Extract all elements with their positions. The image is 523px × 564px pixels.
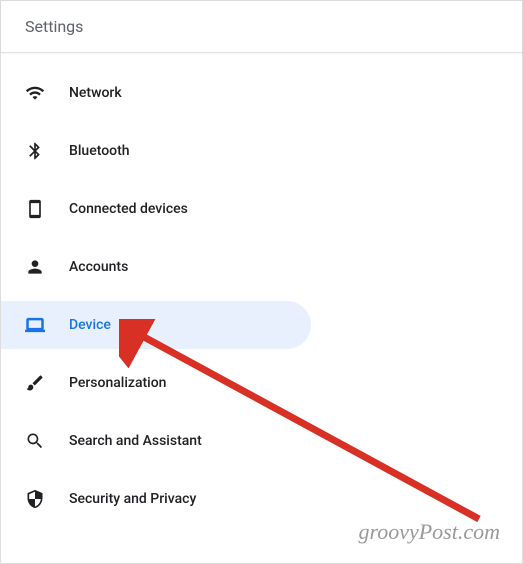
- sidebar-item-label: Device: [69, 317, 111, 333]
- page-title: Settings: [25, 17, 498, 36]
- sidebar-item-label: Accounts: [69, 259, 128, 275]
- watermark: groovyPost.com: [358, 519, 500, 545]
- sidebar-item-personalization[interactable]: Personalization: [1, 359, 311, 407]
- bluetooth-icon: [25, 141, 45, 161]
- sidebar-item-label: Connected devices: [69, 201, 188, 217]
- connected-devices-icon: [25, 199, 45, 219]
- sidebar-item-label: Security and Privacy: [69, 491, 196, 507]
- sidebar-item-accounts[interactable]: Accounts: [1, 243, 311, 291]
- sidebar-item-network[interactable]: Network: [1, 69, 311, 117]
- shield-icon: [25, 489, 45, 509]
- header: Settings: [1, 1, 522, 53]
- sidebar-item-connected-devices[interactable]: Connected devices: [1, 185, 311, 233]
- sidebar-item-security-privacy[interactable]: Security and Privacy: [1, 475, 311, 523]
- brush-icon: [25, 373, 45, 393]
- sidebar-item-label: Bluetooth: [69, 143, 130, 159]
- sidebar-item-bluetooth[interactable]: Bluetooth: [1, 127, 311, 175]
- person-icon: [25, 257, 45, 277]
- sidebar-item-label: Network: [69, 85, 122, 101]
- sidebar: Network Bluetooth Connected devices Acco…: [1, 53, 522, 523]
- sidebar-item-label: Personalization: [69, 375, 166, 391]
- sidebar-item-label: Search and Assistant: [69, 433, 202, 449]
- sidebar-item-search-assistant[interactable]: Search and Assistant: [1, 417, 311, 465]
- laptop-icon: [25, 315, 45, 335]
- wifi-icon: [25, 83, 45, 103]
- search-icon: [25, 431, 45, 451]
- sidebar-item-device[interactable]: Device: [1, 301, 311, 349]
